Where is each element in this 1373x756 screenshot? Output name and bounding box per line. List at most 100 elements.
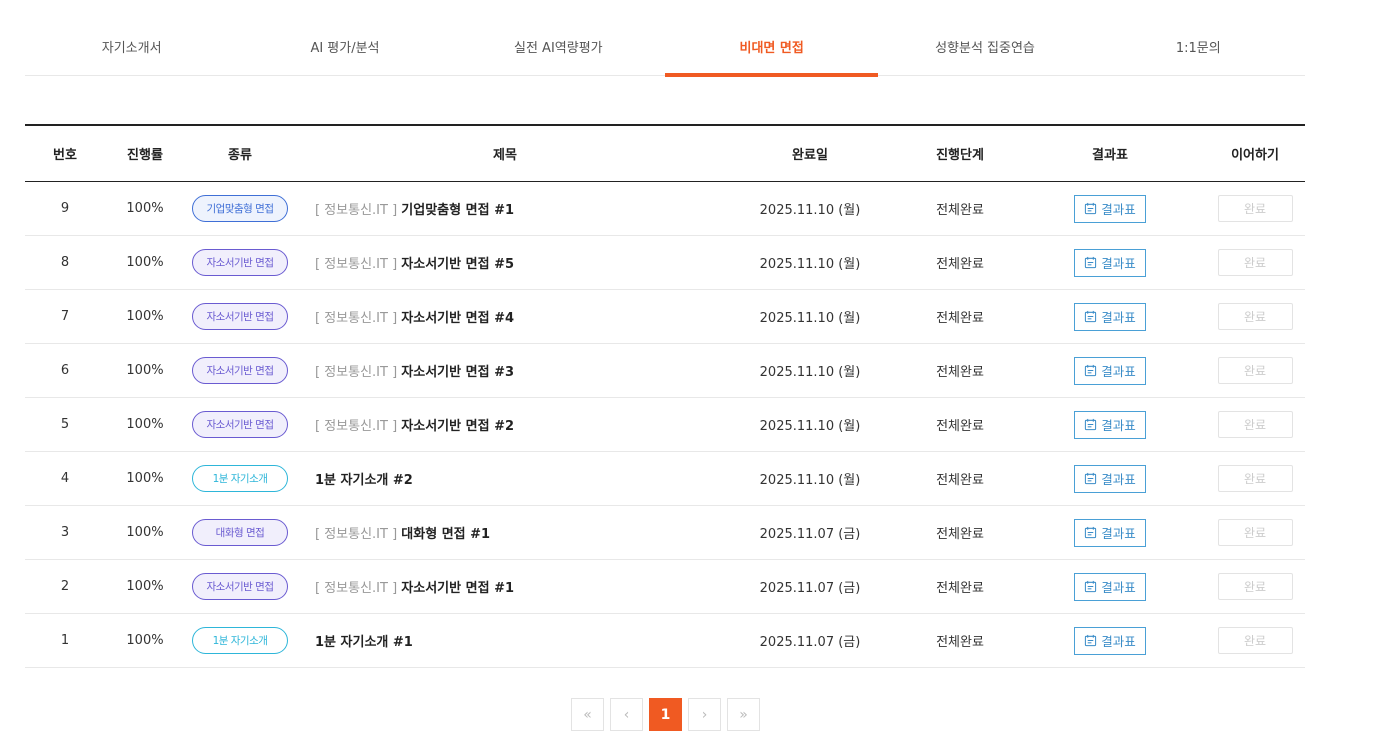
- row-continue-cell: 완료: [1205, 627, 1305, 654]
- type-badge: 자소서기반 면접: [192, 411, 288, 438]
- table-row: 4 100% 1분 자기소개 1분 자기소개 #2 2025.11.10 (월) 전체완료…: [25, 452, 1305, 506]
- row-title-cell[interactable]: [ 정보통신.IT ] 자소서기반 면접 #4: [295, 307, 715, 326]
- row-title-cell[interactable]: [ 정보통신.IT ] 자소서기반 면접 #2: [295, 415, 715, 434]
- header-progress: 진행률: [127, 148, 163, 163]
- result-label: 결과표: [1101, 634, 1136, 649]
- continue-button[interactable]: 완료: [1217, 249, 1293, 276]
- header-date: 완료일: [792, 148, 828, 163]
- tab-1[interactable]: AI 평가/분석: [238, 18, 451, 76]
- row-result-cell: 결과표: [1015, 410, 1205, 439]
- table-row: 7 100% 자소서기반 면접 [ 정보통신.IT ] 자소서기반 면접 #4 2025…: [25, 290, 1305, 344]
- result-button[interactable]: 결과표: [1074, 410, 1146, 439]
- row-result-cell: 결과표: [1015, 248, 1205, 277]
- row-title: 1분 자기소개 #1: [315, 635, 413, 650]
- continue-button[interactable]: 완료: [1217, 627, 1293, 654]
- row-result-cell: 결과표: [1015, 302, 1205, 331]
- continue-button[interactable]: 완료: [1217, 465, 1293, 492]
- type-badge: 기업맞춤형 면접: [192, 195, 288, 222]
- result-button[interactable]: 결과표: [1074, 356, 1146, 385]
- row-continue-cell: 완료: [1205, 195, 1305, 222]
- row-title: 자소서기반 면접 #5: [401, 257, 515, 272]
- row-num: 5: [60, 417, 70, 432]
- next-page-button[interactable]: ›: [688, 698, 721, 731]
- tab-3[interactable]: 비대면 면접: [664, 18, 879, 77]
- result-button[interactable]: 결과표: [1074, 302, 1146, 331]
- row-type-cell: 기업맞춤형 면접: [185, 195, 295, 222]
- row-result-cell: 결과표: [1015, 626, 1205, 655]
- row-stage: 전체완료: [936, 581, 984, 596]
- row-title-cell[interactable]: [ 정보통신.IT ] 자소서기반 면접 #1: [295, 577, 715, 596]
- result-button[interactable]: 결과표: [1074, 572, 1146, 601]
- result-label: 결과표: [1101, 364, 1136, 379]
- continue-button[interactable]: 완료: [1217, 195, 1293, 222]
- report-icon: [1084, 256, 1097, 269]
- row-progress: 100%: [126, 255, 164, 270]
- row-result-cell: 결과표: [1015, 518, 1205, 547]
- row-continue-cell: 완료: [1205, 249, 1305, 276]
- tab-label: AI 평가/분석: [310, 40, 380, 56]
- tab-0[interactable]: 자기소개서: [25, 18, 238, 76]
- continue-button[interactable]: 완료: [1217, 519, 1293, 546]
- tab-2[interactable]: 실전 AI역량평가: [452, 18, 665, 76]
- row-type-cell: 자소서기반 면접: [185, 573, 295, 600]
- row-progress: 100%: [126, 579, 164, 594]
- tab-5[interactable]: 1:1문의: [1092, 18, 1305, 76]
- row-date: 2025.11.10 (월): [759, 473, 861, 488]
- type-badge: 1분 자기소개: [192, 627, 288, 654]
- row-num: 4: [60, 471, 70, 486]
- table-row: 9 100% 기업맞춤형 면접 [ 정보통신.IT ] 기업맞춤형 면접 #1 2025…: [25, 182, 1305, 236]
- row-title-cell[interactable]: 1분 자기소개 #2: [295, 469, 715, 488]
- prev-page-button[interactable]: ‹: [610, 698, 643, 731]
- type-badge: 1분 자기소개: [192, 465, 288, 492]
- row-stage: 전체완료: [936, 365, 984, 380]
- tab-4[interactable]: 성향분석 집중연습: [878, 18, 1091, 76]
- tab-label: 실전 AI역량평가: [514, 40, 603, 56]
- row-title-cell[interactable]: [ 정보통신.IT ] 대화형 면접 #1: [295, 523, 715, 542]
- tab-label: 성향분석 집중연습: [935, 40, 1035, 56]
- row-stage: 전체완료: [936, 257, 984, 272]
- table-header: 번호 진행률 종류 제목 완료일 진행단계 결과표 이어하기: [25, 126, 1305, 182]
- result-button[interactable]: 결과표: [1074, 248, 1146, 277]
- row-date: 2025.11.10 (월): [759, 203, 861, 218]
- row-type-cell: 자소서기반 면접: [185, 249, 295, 276]
- result-button[interactable]: 결과표: [1074, 626, 1146, 655]
- row-type-cell: 대화형 면접: [185, 519, 295, 546]
- continue-button[interactable]: 완료: [1217, 357, 1293, 384]
- result-button[interactable]: 결과표: [1074, 518, 1146, 547]
- continue-button[interactable]: 완료: [1217, 303, 1293, 330]
- result-button[interactable]: 결과표: [1074, 464, 1146, 493]
- first-page-button[interactable]: «: [571, 698, 604, 731]
- row-result-cell: 결과표: [1015, 356, 1205, 385]
- type-badge: 자소서기반 면접: [192, 303, 288, 330]
- row-num: 6: [60, 363, 70, 378]
- category-prefix: [ 정보통신.IT ]: [315, 311, 398, 326]
- header-continue: 이어하기: [1231, 148, 1279, 163]
- page-1-button[interactable]: 1: [649, 698, 682, 731]
- row-title: 기업맞춤형 면접 #1: [401, 203, 515, 218]
- header-title: 제목: [493, 148, 517, 163]
- row-title-cell[interactable]: 1분 자기소개 #1: [295, 631, 715, 650]
- row-continue-cell: 완료: [1205, 303, 1305, 330]
- row-continue-cell: 완료: [1205, 573, 1305, 600]
- report-icon: [1084, 526, 1097, 539]
- last-page-button[interactable]: »: [727, 698, 760, 731]
- row-continue-cell: 완료: [1205, 465, 1305, 492]
- continue-button[interactable]: 완료: [1217, 411, 1293, 438]
- category-prefix: [ 정보통신.IT ]: [315, 419, 398, 434]
- row-stage: 전체완료: [936, 473, 984, 488]
- row-title-cell[interactable]: [ 정보통신.IT ] 기업맞춤형 면접 #1: [295, 199, 715, 218]
- result-button[interactable]: 결과표: [1074, 194, 1146, 223]
- row-progress: 100%: [126, 633, 164, 648]
- continue-button[interactable]: 완료: [1217, 573, 1293, 600]
- report-icon: [1084, 202, 1097, 215]
- row-title-cell[interactable]: [ 정보통신.IT ] 자소서기반 면접 #5: [295, 253, 715, 272]
- row-title: 자소서기반 면접 #2: [401, 419, 515, 434]
- result-label: 결과표: [1101, 418, 1136, 433]
- row-title-cell[interactable]: [ 정보통신.IT ] 자소서기반 면접 #3: [295, 361, 715, 380]
- row-title: 1분 자기소개 #2: [315, 473, 413, 488]
- row-num: 7: [60, 309, 70, 324]
- row-date: 2025.11.07 (금): [759, 635, 861, 650]
- row-date: 2025.11.10 (월): [759, 257, 861, 272]
- result-label: 결과표: [1101, 580, 1136, 595]
- row-stage: 전체완료: [936, 635, 984, 650]
